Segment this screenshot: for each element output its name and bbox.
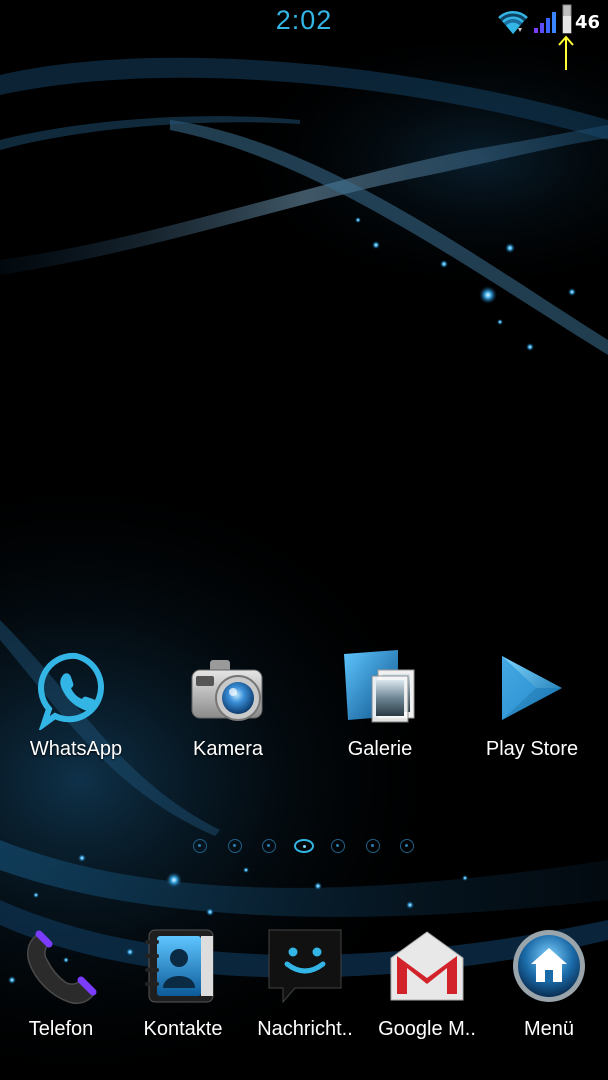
- gallery-icon: [344, 650, 415, 723]
- dock-kontakte[interactable]: Kontakte: [122, 928, 244, 1048]
- messaging-icon: [268, 929, 342, 1004]
- page-dot[interactable]: [400, 839, 414, 853]
- app-kamera[interactable]: Kamera: [152, 650, 304, 770]
- page-dot-active[interactable]: [294, 839, 314, 853]
- dock-menu[interactable]: Menü: [488, 928, 608, 1048]
- app-label: Kamera: [192, 738, 264, 760]
- wallpaper: [0, 0, 608, 1080]
- page-indicator[interactable]: [0, 832, 608, 860]
- phone-icon: [27, 930, 97, 1004]
- page-dot[interactable]: [193, 839, 207, 853]
- status-bar[interactable]: 2:02 46: [0, 0, 608, 70]
- app-whatsapp[interactable]: WhatsApp: [0, 650, 152, 770]
- page-dot[interactable]: [331, 839, 345, 853]
- battery-icon: [562, 4, 572, 34]
- whatsapp-icon: [38, 652, 104, 730]
- page-dot[interactable]: [366, 839, 380, 853]
- battery-level: 46: [575, 12, 601, 33]
- page-dot[interactable]: [262, 839, 276, 853]
- signal-icon: [534, 12, 556, 33]
- app-label: Galerie: [347, 738, 413, 760]
- app-label: WhatsApp: [29, 738, 123, 760]
- dock-gmail[interactable]: Google M..: [366, 928, 488, 1048]
- dock-label: Nachricht..: [257, 1018, 353, 1040]
- dock-label: Telefon: [28, 1018, 94, 1040]
- play-store-icon: [502, 656, 562, 720]
- page-dot[interactable]: [228, 839, 242, 853]
- app-label: Play Store: [485, 738, 579, 760]
- camera-icon: [191, 660, 263, 721]
- dock-telefon[interactable]: Telefon: [0, 928, 122, 1048]
- dock-label: Kontakte: [143, 1018, 223, 1040]
- app-galerie[interactable]: Galerie: [304, 650, 456, 770]
- dock-label: Google M..: [378, 1018, 476, 1040]
- gmail-icon: [390, 931, 464, 1001]
- home-menu-icon: [513, 930, 585, 1002]
- wifi-icon: [498, 11, 528, 34]
- dock-label: Menü: [523, 1018, 575, 1040]
- dock-nachrichten[interactable]: Nachricht..: [244, 928, 366, 1048]
- arrow-up-icon: [558, 35, 574, 70]
- app-play-store[interactable]: Play Store: [456, 650, 608, 770]
- contacts-icon: [145, 929, 214, 1003]
